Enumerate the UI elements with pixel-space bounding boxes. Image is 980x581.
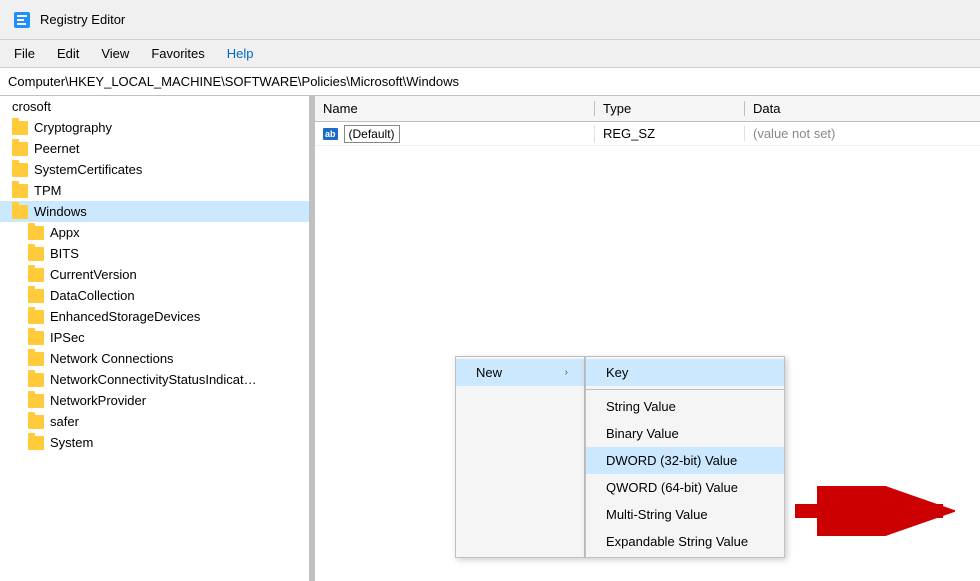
- col-type-value: REG_SZ: [595, 126, 745, 141]
- menu-file[interactable]: File: [4, 43, 45, 64]
- submenu-item-string-value[interactable]: String Value: [586, 393, 784, 420]
- folder-icon: [28, 226, 44, 240]
- folder-icon: [12, 184, 28, 198]
- ab-icon: ab: [323, 128, 338, 140]
- right-panel: Name Type Data ab (Default) REG_SZ (valu…: [315, 96, 980, 581]
- menu-view[interactable]: View: [91, 43, 139, 64]
- col-data-value: (value not set): [745, 126, 980, 141]
- folder-icon: [28, 289, 44, 303]
- menu-help[interactable]: Help: [217, 43, 264, 64]
- tree-item-peernet[interactable]: Peernet: [0, 138, 309, 159]
- tree-item-bits[interactable]: BITS: [0, 243, 309, 264]
- submenu-item-dword[interactable]: DWORD (32-bit) Value: [586, 447, 784, 474]
- tree-item-enhancedstoragedevices[interactable]: EnhancedStorageDevices: [0, 306, 309, 327]
- submenu-item-key[interactable]: Key: [586, 359, 784, 386]
- folder-icon: [28, 415, 44, 429]
- address-bar: Computer\HKEY_LOCAL_MACHINE\SOFTWARE\Pol…: [0, 68, 980, 96]
- folder-icon: [28, 373, 44, 387]
- submenu-arrow-icon: ›: [565, 367, 568, 378]
- tree-item-safer[interactable]: safer: [0, 411, 309, 432]
- submenu-item-expandable-string[interactable]: Expandable String Value: [586, 528, 784, 555]
- tree-item-crosoft[interactable]: crosoft: [0, 96, 309, 117]
- folder-icon: [12, 205, 28, 219]
- tree-item-networkconnectivity[interactable]: NetworkConnectivityStatusIndicat…: [0, 369, 309, 390]
- tree-item-cryptography[interactable]: Cryptography: [0, 117, 309, 138]
- folder-icon: [28, 247, 44, 261]
- folder-icon: [28, 436, 44, 450]
- tree-item-systemcertificates[interactable]: SystemCertificates: [0, 159, 309, 180]
- tree-item-networkprovider[interactable]: NetworkProvider: [0, 390, 309, 411]
- address-path: Computer\HKEY_LOCAL_MACHINE\SOFTWARE\Pol…: [8, 74, 459, 89]
- menu-bar: File Edit View Favorites Help: [0, 40, 980, 68]
- registry-editor-icon: [12, 10, 32, 30]
- tree-item-system[interactable]: System: [0, 432, 309, 453]
- table-header: Name Type Data: [315, 96, 980, 122]
- folder-icon: [28, 268, 44, 282]
- tree-panel[interactable]: crosoft Cryptography Peernet SystemCerti…: [0, 96, 310, 581]
- folder-icon: [28, 331, 44, 345]
- folder-icon: [12, 121, 28, 135]
- submenu-item-binary-value[interactable]: Binary Value: [586, 420, 784, 447]
- folder-icon: [28, 394, 44, 408]
- menu-favorites[interactable]: Favorites: [141, 43, 214, 64]
- submenu-item-multi-string[interactable]: Multi-String Value: [586, 501, 784, 528]
- new-menu[interactable]: New ›: [455, 356, 585, 558]
- title-bar: Registry Editor: [0, 0, 980, 40]
- col-header-type: Type: [595, 101, 745, 116]
- col-header-data: Data: [745, 101, 980, 116]
- menu-edit[interactable]: Edit: [47, 43, 89, 64]
- table-row[interactable]: ab (Default) REG_SZ (value not set): [315, 122, 980, 146]
- tree-item-appx[interactable]: Appx: [0, 222, 309, 243]
- title-bar-text: Registry Editor: [40, 12, 125, 27]
- tree-item-network-connections[interactable]: Network Connections: [0, 348, 309, 369]
- new-menu-item[interactable]: New ›: [456, 359, 584, 386]
- tree-item-tpm[interactable]: TPM: [0, 180, 309, 201]
- tree-item-ipsec[interactable]: IPSec: [0, 327, 309, 348]
- folder-icon: [28, 352, 44, 366]
- submenu-item-qword[interactable]: QWORD (64-bit) Value: [586, 474, 784, 501]
- folder-icon: [12, 142, 28, 156]
- tree-item-windows[interactable]: Windows: [0, 201, 309, 222]
- submenu[interactable]: Key String Value Binary Value DWORD (32-…: [585, 356, 785, 558]
- red-arrow: [795, 486, 955, 539]
- submenu-separator: [586, 389, 784, 390]
- folder-icon: [28, 310, 44, 324]
- tree-item-datacollection[interactable]: DataCollection: [0, 285, 309, 306]
- tree-item-currentversion[interactable]: CurrentVersion: [0, 264, 309, 285]
- default-value-name: (Default): [344, 125, 400, 143]
- col-header-name: Name: [315, 101, 595, 116]
- context-menu-area: New › Key String Value Binary Value DWOR…: [455, 356, 785, 558]
- main-content: crosoft Cryptography Peernet SystemCerti…: [0, 96, 980, 581]
- new-label: New: [476, 365, 502, 380]
- folder-icon: [12, 163, 28, 177]
